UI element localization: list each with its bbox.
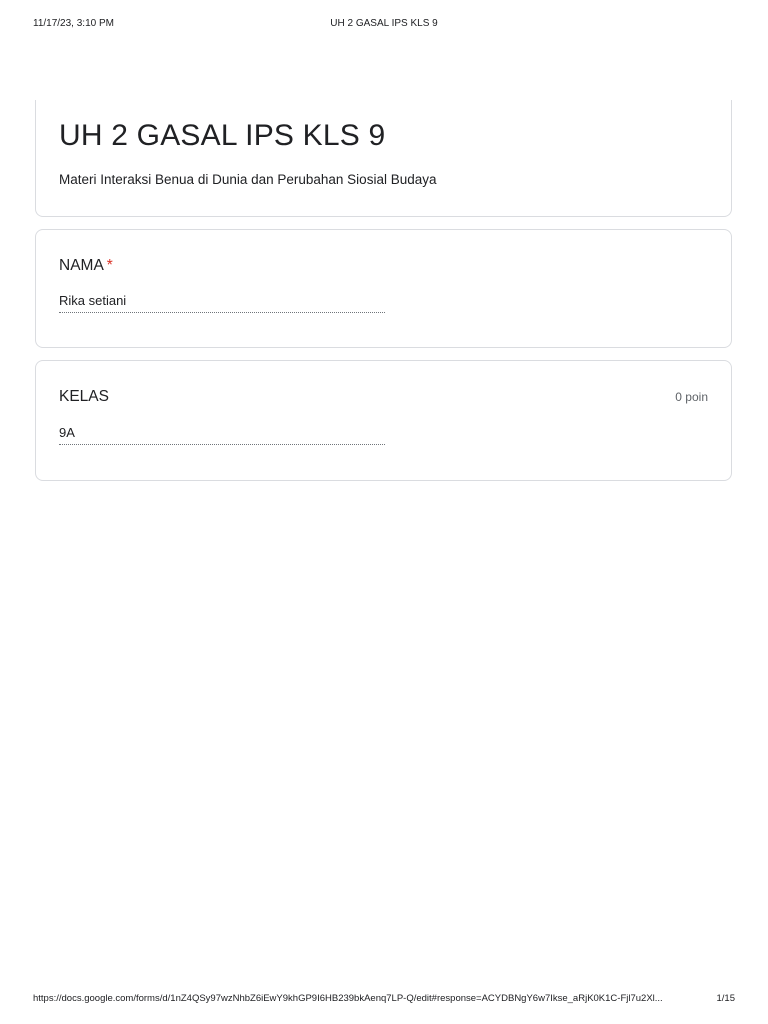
form-title: UH 2 GASAL IPS KLS 9 [59,119,386,152]
question-label-kelas: KELAS [59,388,109,406]
form-description: Materi Interaksi Benua di Dunia dan Peru… [59,172,437,187]
form-title-card: UH 2 GASAL IPS KLS 9 Materi Interaksi Be… [35,100,732,217]
question-card-kelas: KELAS 0 poin 9A [35,360,732,481]
answer-field-kelas[interactable]: 9A [59,425,385,445]
required-asterisk: * [106,257,113,274]
print-footer: https://docs.google.com/forms/d/1nZ4QSy9… [33,993,735,1007]
answer-field-nama[interactable]: Rika setiani [59,293,385,313]
question-title: NAMA [59,257,104,274]
question-label-nama: NAMA * [59,257,113,275]
print-page-title: UH 2 GASAL IPS KLS 9 [330,18,438,29]
page-url: https://docs.google.com/forms/d/1nZ4QSy9… [33,993,663,1004]
question-card-nama: NAMA * Rika setiani [35,229,732,348]
question-points: 0 poin [675,390,708,404]
page-number: 1/15 [716,993,736,1004]
question-title: KELAS [59,388,109,405]
print-header: 11/17/23, 3:10 PM UH 2 GASAL IPS KLS 9 [33,18,735,32]
